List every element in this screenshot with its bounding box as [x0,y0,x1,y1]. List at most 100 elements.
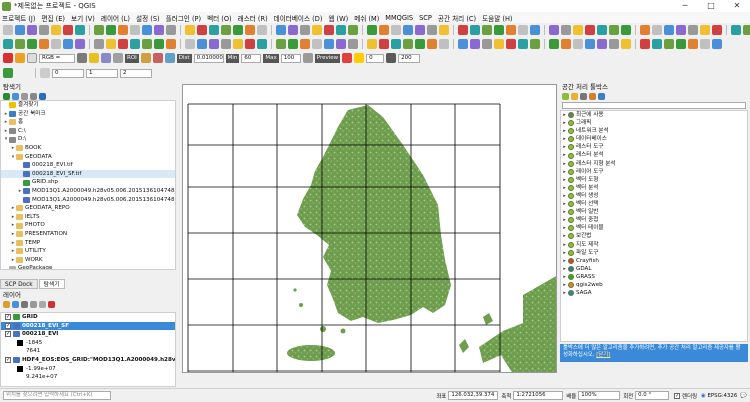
main-tool-icon-43[interactable] [561,25,571,35]
magnifier-icon[interactable] [89,53,99,63]
toolbox-group[interactable]: ▸ 보간법 [561,232,747,240]
main-tool-icon-50[interactable] [652,25,662,35]
main-tool-icon-33[interactable] [427,25,437,35]
main-tool-icon-21[interactable] [276,25,286,35]
main-tool-icon-30[interactable] [391,25,401,35]
layer-visibility-checkbox[interactable]: ✓ [5,331,11,338]
main-tool-icon-28[interactable] [367,25,377,35]
toolbox-group[interactable]: ▸ SAGA [561,289,747,297]
toolbox-group[interactable]: ▸ 벡터 도형 [561,176,747,184]
layer-row[interactable]: ✓ 000218_EVI_SF [1,321,175,331]
toolbox-group[interactable]: ▸ 네트워크 분석 [561,127,747,135]
toolbox-group[interactable]: ▸ GDAL [561,265,747,273]
expand-arrow-icon[interactable]: ▸ [561,273,568,281]
snap-input-2[interactable]: 1 [86,68,118,78]
roi-show-icon[interactable] [164,53,175,63]
stretch-icon[interactable] [101,53,111,63]
expand-all-icon[interactable] [30,301,37,308]
expand-arrow-icon[interactable]: ▸ [561,151,568,159]
layer-tool-icon-29[interactable] [379,39,389,49]
layer-tool-icon-32[interactable] [415,39,425,49]
layer-tool-icon-19[interactable] [245,39,255,49]
snap-icon[interactable] [40,68,50,78]
expand-arrow-icon[interactable]: ▸ [561,208,568,216]
expand-arrow-icon[interactable]: ▸ [561,127,568,135]
layer-tool-icon-33[interactable] [427,39,437,49]
layer-tool-icon-34[interactable] [439,39,449,49]
main-tool-icon-45[interactable] [585,25,595,35]
browser-item[interactable]: ▸ 공간 북마크 [1,110,175,119]
toolbox-group[interactable]: ▸ 래스터 분석 [561,151,747,159]
expand-arrow-icon[interactable]: ▸ [561,184,568,192]
expand-arrow-icon[interactable]: ▸ [561,265,568,273]
browser-item[interactable]: ▸ C:\ [1,127,175,136]
main-tool-icon-10[interactable] [130,25,140,35]
scripts-icon[interactable] [571,93,578,100]
expand-arrow-icon[interactable]: ▸ [561,289,568,297]
main-tool-icon-0[interactable] [3,25,13,35]
expand-arrow-icon[interactable]: ▸ [561,192,568,200]
menu-item-5[interactable]: 플러그인 (P) [166,13,201,23]
browser-item[interactable]: ▾ GEODATA [1,153,175,162]
toolbox-group[interactable]: ▸ 래스터 도구 [561,143,747,151]
layer-tool-icon-47[interactable] [609,39,619,49]
browser-item[interactable]: GRID.shp [1,178,175,187]
browser-item[interactable]: ▾ D:\ [1,135,175,144]
menu-item-13[interactable]: 공간 처리 (C) [438,13,476,23]
layer-tool-icon-24[interactable] [312,39,322,49]
rotation-field[interactable]: 0.0 ° [635,391,670,400]
expand-arrow-icon[interactable]: ▸ [561,232,568,240]
toolbox-group[interactable]: ▸ 벡터 분석 [561,184,747,192]
layer-tool-icon-30[interactable] [391,39,401,49]
main-tool-icon-55[interactable] [712,25,722,35]
layer-tool-icon-36[interactable] [470,39,480,49]
expand-arrow-icon[interactable]: ▸ [561,200,568,208]
browser-item[interactable]: ▸ BOOK [1,144,175,153]
expand-arrow-icon[interactable]: ▸ [561,111,568,119]
expand-arrow-icon[interactable]: ▸ [561,168,568,176]
browser-item[interactable]: ▸ UTILITY [1,247,175,256]
layer-tool-icon-25[interactable] [324,39,334,49]
main-tool-icon-17[interactable] [221,25,231,35]
coord-field[interactable]: 126.032,39.374 [448,391,499,400]
expand-arrow-icon[interactable]: ▸ [561,119,568,127]
layer-tool-icon-5[interactable] [63,39,73,49]
rgb-combo[interactable]: RGB = [39,53,75,63]
style-icon[interactable] [3,301,10,308]
transparency-icon[interactable] [386,53,397,63]
expand-arrow-icon[interactable]: ▸ [561,241,568,249]
layer-tool-icon-15[interactable] [197,39,207,49]
layer-tool-icon-40[interactable] [518,39,528,49]
layer-tool-icon-0[interactable] [3,39,13,49]
main-tool-icon-53[interactable] [688,25,698,35]
layer-tool-icon-42[interactable] [549,39,559,49]
refresh-icon[interactable] [12,93,19,100]
main-tool-icon-57[interactable] [743,25,750,35]
digitize-icon[interactable] [3,68,13,78]
layer-tool-icon-27[interactable] [348,39,358,49]
layer-tool-icon-54[interactable] [700,39,710,49]
layer-tool-icon-20[interactable] [257,39,267,49]
main-tool-icon-13[interactable] [166,25,176,35]
browser-item[interactable]: ▸ PRESENTATION [1,230,175,239]
layer-tool-icon-12[interactable] [154,39,164,49]
layer-tool-icon-7[interactable] [94,39,104,49]
layer-tool-icon-11[interactable] [142,39,152,49]
main-tool-icon-22[interactable] [288,25,298,35]
main-tool-icon-3[interactable] [39,25,49,35]
main-tool-icon-48[interactable] [621,25,631,35]
models-icon[interactable] [562,93,569,100]
remove-layer-icon[interactable] [48,301,55,308]
main-tool-icon-15[interactable] [197,25,207,35]
layer-tool-icon-26[interactable] [336,39,346,49]
layer-tool-icon-13[interactable] [166,39,176,49]
browser-item[interactable]: ▸ WORK [1,256,175,265]
main-tool-icon-32[interactable] [415,25,425,35]
layer-row[interactable]: ✓ HDF4_EOS:EOS_GRID:"MOD13Q1.A2000049.h28… [1,356,175,365]
render-checkbox[interactable]: ✓ [674,392,681,399]
layer-tool-icon-8[interactable] [106,39,116,49]
menu-item-4[interactable]: 설정 (S) [136,13,160,23]
browser-item[interactable]: 즐겨찾기 [1,101,175,110]
browser-item[interactable]: ▸ MOD13Q1.A2000049.h28v05.006.20151361047… [1,187,175,196]
results-icon[interactable] [589,93,596,100]
